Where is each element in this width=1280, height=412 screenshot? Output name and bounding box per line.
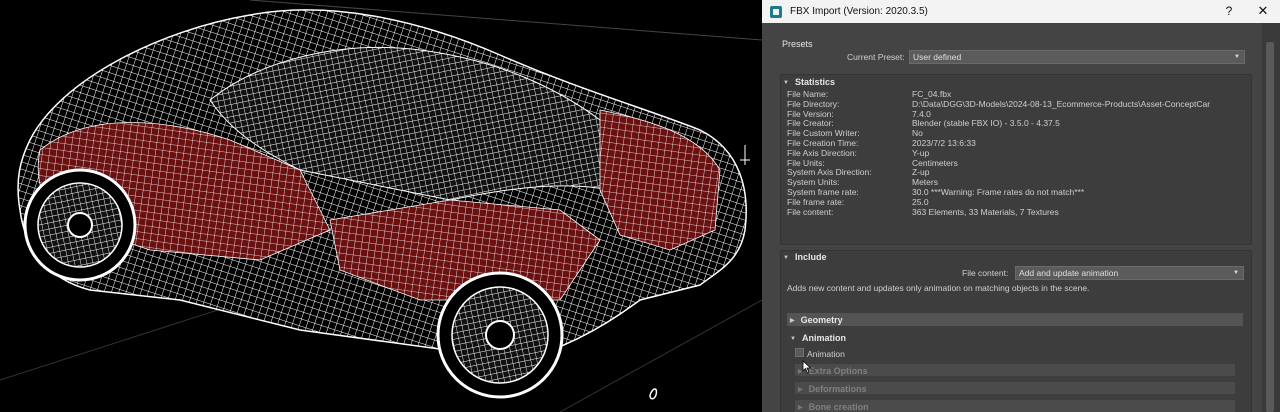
geometry-bar[interactable] [787, 313, 1243, 326]
stat-value: 2023/7/2 13:6:33 [912, 138, 976, 148]
dialog-titlebar[interactable]: FBX Import (Version: 2020.3.5) ? ✕ [762, 0, 1280, 23]
file-content-value: Add and update animation [1019, 268, 1119, 278]
triangle-right-icon: ▶ [798, 405, 803, 411]
triangle-right-icon: ▶ [798, 387, 803, 393]
close-button[interactable]: ✕ [1256, 3, 1270, 19]
stat-value: D:\Data\DGG\3D-Models\2024-08-13_Ecommer… [912, 98, 1211, 109]
stat-label: File content: [787, 206, 834, 217]
stat-label: File frame rate: [787, 196, 845, 207]
fbx-import-dialog: FBX Import (Version: 2020.3.5) ? ✕ Prese… [762, 0, 1280, 412]
animation-checkbox[interactable] [795, 348, 804, 357]
triangle-down-icon: ▼ [790, 336, 796, 342]
front-wheel [436, 271, 564, 399]
chevron-down-icon: ▼ [1234, 54, 1240, 60]
stat-value: Z-up [912, 167, 930, 178]
bone-creation-header[interactable]: ▶ Bone creation [798, 402, 869, 412]
animation-header[interactable]: ▼ Animation [790, 333, 846, 343]
stat-label: System Units: [787, 177, 840, 188]
triangle-down-icon: ▼ [783, 80, 789, 86]
dialog-content: Presets Current Preset: User defined ▼ ▼… [762, 23, 1280, 412]
stat-value: FC_04.fbx [912, 89, 952, 99]
triangle-right-icon: ▶ [790, 318, 795, 324]
stat-value: Blender (stable FBX IO) - 3.5.0 - 4.37.5 [912, 118, 1060, 129]
stat-label: File Name: [787, 89, 829, 99]
stat-label: System Axis Direction: [787, 167, 872, 178]
statistics-header[interactable]: ▼ Statistics [783, 77, 835, 87]
mouse-cursor-icon [802, 360, 812, 374]
stat-value: No [912, 128, 923, 139]
stat-value: 25.0 [912, 196, 929, 207]
stat-label: File Creation Time: [787, 138, 859, 148]
stat-value: 363 Elements, 33 Materials, 7 Textures [912, 206, 1059, 217]
current-preset-label: Current Preset: [847, 52, 905, 62]
help-button[interactable]: ? [1222, 4, 1236, 18]
stat-label: File Axis Direction: [787, 147, 857, 158]
stat-label: File Creator: [787, 118, 834, 129]
animation-checkbox-label: Animation [807, 349, 845, 359]
chevron-down-icon: ▼ [1233, 270, 1239, 276]
stat-label: System frame rate: [787, 187, 859, 197]
stat-label: File Custom Writer: [787, 128, 860, 139]
stat-label: File Version: [787, 108, 834, 119]
stat-value: 30.0 ***Warning: Frame rates do not matc… [912, 187, 1085, 197]
stat-value: 7.4.0 [912, 108, 931, 119]
car-wireframe [0, 0, 762, 412]
presets-heading: Presets [782, 39, 813, 49]
stat-value: Y-up [912, 147, 930, 158]
triangle-down-icon: ▼ [783, 255, 789, 261]
stat-label: File Units: [787, 157, 825, 168]
stat-label: File Directory: [787, 98, 840, 109]
current-preset-dropdown[interactable]: User defined ▼ [909, 50, 1245, 64]
include-description: Adds new content and updates only animat… [787, 283, 1090, 293]
deformations-header[interactable]: ▶ Deformations [798, 384, 867, 394]
geometry-header[interactable]: ▶ Geometry [790, 315, 843, 325]
rear-wheel [23, 168, 137, 282]
app-logo-icon [770, 5, 782, 18]
include-header[interactable]: ▼ Include [783, 252, 826, 262]
viewport-3d[interactable] [0, 0, 762, 412]
scrollbar-thumb[interactable] [1266, 42, 1274, 412]
stat-value: Centimeters [912, 157, 958, 168]
file-content-label: File content: [962, 268, 1009, 278]
dialog-title: FBX Import (Version: 2020.3.5) [790, 6, 928, 17]
file-content-dropdown[interactable]: Add and update animation ▼ [1015, 266, 1244, 280]
stat-value: Meters [912, 177, 938, 188]
current-preset-value: User defined [913, 52, 962, 62]
